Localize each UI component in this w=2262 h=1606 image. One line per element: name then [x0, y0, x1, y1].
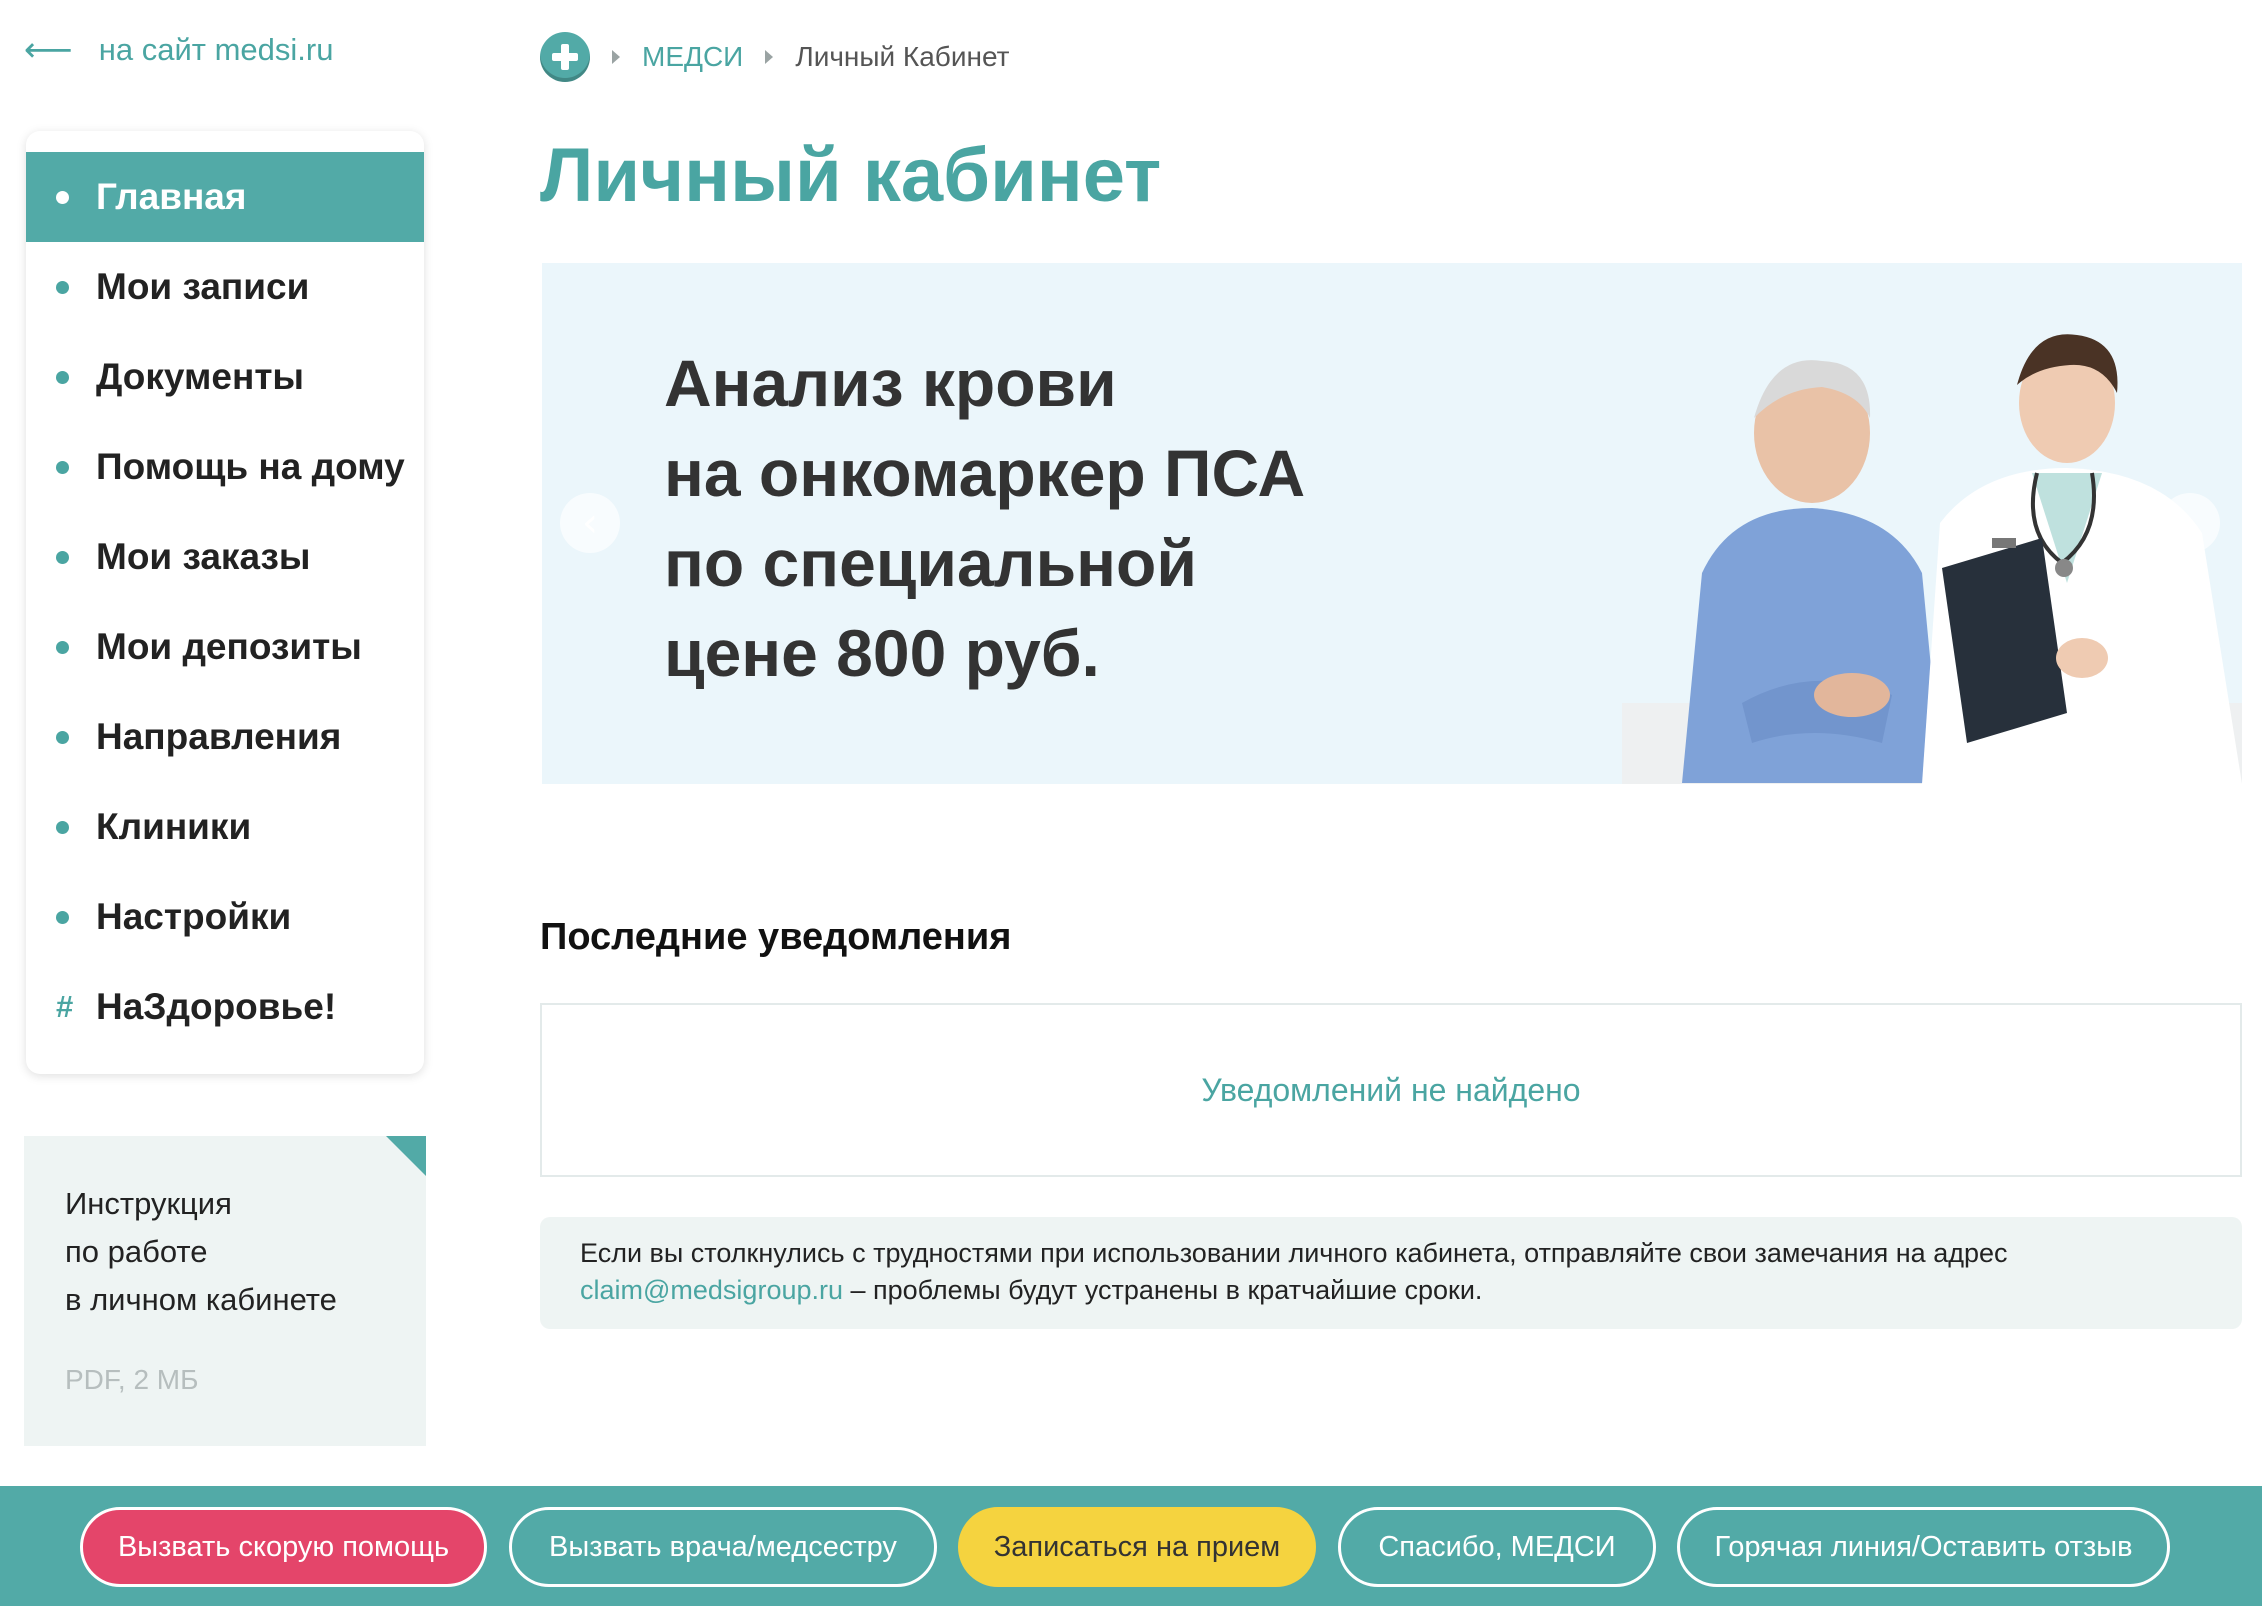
banner-line: на онкомаркер ПСА: [664, 436, 1306, 510]
banner-line: цене 800 руб.: [664, 616, 1100, 690]
thanks-medsi-button[interactable]: Спасибо, МЕДСИ: [1338, 1507, 1656, 1587]
breadcrumb-medsi[interactable]: МЕДСИ: [642, 41, 743, 73]
sidebar-item-nazdorovie[interactable]: # НаЗдоровье!: [26, 962, 424, 1052]
chevron-right-icon: [765, 50, 774, 64]
breadcrumb: МЕДСИ Личный Кабинет: [540, 32, 1009, 82]
notifications-title: Последние уведомления: [540, 916, 1012, 958]
bullet-icon: [56, 460, 69, 474]
book-appointment-button[interactable]: Записаться на прием: [958, 1507, 1316, 1587]
sidebar-item-label: Главная: [96, 176, 247, 217]
call-doctor-button[interactable]: Вызвать врача/медсестру: [509, 1507, 937, 1587]
sidebar-item-label: Помощь на дому: [96, 446, 405, 487]
notifications-empty-text: Уведомлений не найдено: [1201, 1071, 1581, 1108]
breadcrumb-current: Личный Кабинет: [795, 41, 1010, 72]
sidebar-nav: Главная Мои записи Документы Помощь на д…: [26, 131, 424, 1074]
sidebar-item-referrals[interactable]: Направления: [26, 692, 424, 782]
sidebar-item-orders[interactable]: Мои заказы: [26, 512, 424, 602]
sidebar-item-settings[interactable]: Настройки: [26, 872, 424, 962]
help-info-box: Если вы столкнулись с трудностями при ис…: [540, 1217, 2242, 1329]
help-text-line-2: claim@medsigroup.ru – проблемы будут уст…: [580, 1272, 2242, 1309]
instruction-title-line: по работе: [65, 1234, 208, 1269]
instruction-download-card[interactable]: Инструкция по работе в личном кабинете P…: [24, 1136, 426, 1446]
bottom-action-bar: Вызвать скорую помощь Вызвать врача/медс…: [0, 1486, 2262, 1606]
sidebar-item-deposits[interactable]: Мои депозиты: [26, 602, 424, 692]
sidebar-item-appointments[interactable]: Мои записи: [26, 242, 424, 332]
help-text-end: – проблемы будут устранены в кратчайшие …: [843, 1275, 1483, 1305]
promo-banner[interactable]: Анализ крови на онкомаркер ПСА по специа…: [542, 263, 2242, 784]
instruction-title-line: Инструкция: [65, 1186, 232, 1221]
corner-fold-icon: [386, 1136, 426, 1176]
sidebar-item-label: НаЗдоровье!: [96, 986, 337, 1027]
instruction-title-line: в личном кабинете: [65, 1282, 337, 1317]
sidebar-item-label: Документы: [96, 356, 305, 397]
bullet-icon: [56, 280, 69, 294]
sidebar-item-home-help[interactable]: Помощь на дому: [26, 422, 424, 512]
banner-text: Анализ крови на онкомаркер ПСА по специа…: [664, 338, 1305, 698]
sidebar-item-label: Клиники: [96, 806, 252, 847]
instruction-file-meta: PDF, 2 МБ: [65, 1364, 199, 1395]
banner-prev-button[interactable]: ‹: [560, 493, 620, 553]
sidebar-item-label: Мои записи: [96, 266, 310, 307]
bullet-icon: [56, 820, 69, 834]
hotline-feedback-button[interactable]: Горячая линия/Оставить отзыв: [1677, 1507, 2170, 1587]
bullet-icon: [56, 190, 69, 204]
emergency-button[interactable]: Вызвать скорую помощь: [80, 1507, 487, 1587]
page-title: Личный кабинет: [540, 133, 1162, 218]
support-email-link[interactable]: claim@medsigroup.ru: [580, 1275, 843, 1305]
doctor-patient-image: [1622, 334, 2242, 784]
back-to-site-link[interactable]: ⟵ на сайт medsi.ru: [24, 30, 333, 70]
sidebar-item-clinics[interactable]: Клиники: [26, 782, 424, 872]
sidebar-item-documents[interactable]: Документы: [26, 332, 424, 422]
sidebar-item-label: Настройки: [96, 896, 292, 937]
help-text: Если вы столкнулись с трудностями при ис…: [580, 1238, 2008, 1268]
notifications-empty-box: Уведомлений не найдено: [540, 1003, 2242, 1177]
back-arrow-icon: ⟵: [24, 30, 73, 70]
sidebar-item-label: Мои депозиты: [96, 626, 362, 667]
banner-line: по специальной: [664, 526, 1197, 600]
plus-circle-icon[interactable]: [540, 32, 590, 82]
chevron-right-icon: [612, 50, 620, 64]
bullet-icon: [56, 730, 69, 744]
banner-line: Анализ крови: [664, 346, 1117, 420]
bullet-icon: [56, 370, 69, 384]
bullet-icon: [56, 910, 69, 924]
banner-next-button[interactable]: ›: [2160, 493, 2220, 553]
sidebar-item-label: Направления: [96, 716, 342, 757]
sidebar-item-main[interactable]: Главная: [26, 152, 424, 242]
sidebar-item-label: Мои заказы: [96, 536, 311, 577]
bullet-icon: [56, 550, 69, 564]
bullet-icon: [56, 640, 69, 654]
back-link-label: на сайт medsi.ru: [98, 32, 334, 67]
hashtag-icon: #: [56, 989, 74, 1024]
